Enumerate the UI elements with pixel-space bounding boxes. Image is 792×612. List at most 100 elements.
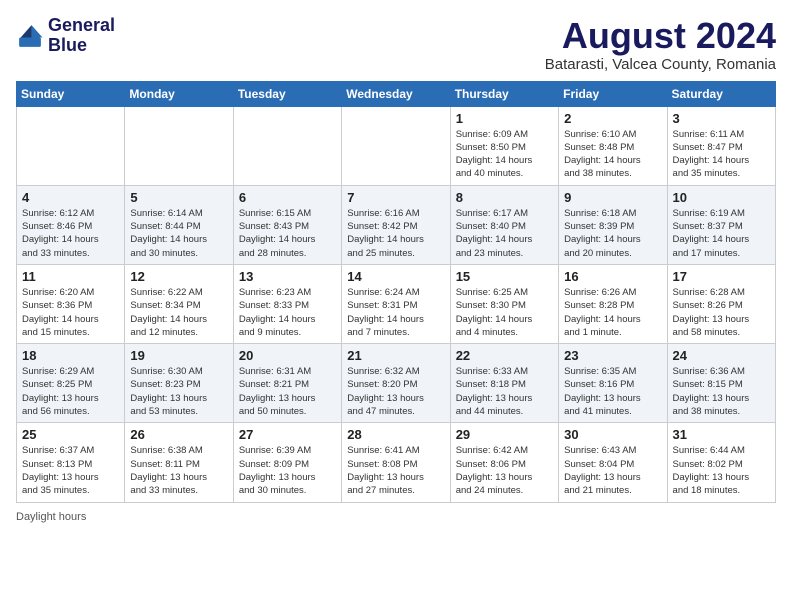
day-number: 12: [130, 269, 227, 284]
footer: Daylight hours: [16, 511, 776, 523]
calendar-day-header: Monday: [125, 81, 233, 106]
day-number: 24: [673, 348, 770, 363]
day-info: Sunrise: 6:20 AM Sunset: 8:36 PM Dayligh…: [22, 286, 119, 339]
logo-text: General Blue: [48, 16, 115, 56]
calendar-cell: [125, 106, 233, 185]
day-info: Sunrise: 6:09 AM Sunset: 8:50 PM Dayligh…: [456, 128, 553, 181]
day-info: Sunrise: 6:31 AM Sunset: 8:21 PM Dayligh…: [239, 365, 336, 418]
day-info: Sunrise: 6:26 AM Sunset: 8:28 PM Dayligh…: [564, 286, 661, 339]
month-year-title: August 2024: [545, 16, 776, 56]
day-number: 6: [239, 190, 336, 205]
day-number: 11: [22, 269, 119, 284]
calendar-table: SundayMondayTuesdayWednesdayThursdayFrid…: [16, 81, 776, 503]
calendar-cell: [17, 106, 125, 185]
calendar-cell: [342, 106, 450, 185]
calendar-cell: 19 Sunrise: 6:30 AM Sunset: 8:23 PM Dayli…: [125, 344, 233, 423]
calendar-cell: 17 Sunrise: 6:28 AM Sunset: 8:26 PM Dayli…: [667, 264, 775, 343]
calendar-cell: 14Sunrise: 6:24 AM Sunset: 8:31 PM Dayli…: [342, 264, 450, 343]
day-number: 5: [130, 190, 227, 205]
calendar-cell: 29 Sunrise: 6:42 AM Sunset: 8:06 PM Dayli…: [450, 423, 558, 502]
calendar-day-header: Saturday: [667, 81, 775, 106]
calendar-day-header: Thursday: [450, 81, 558, 106]
location-subtitle: Batarasti, Valcea County, Romania: [545, 56, 776, 73]
day-info: Sunrise: 6:38 AM Sunset: 8:11 PM Dayligh…: [130, 444, 227, 497]
calendar-cell: 30Sunrise: 6:43 AM Sunset: 8:04 PM Dayli…: [559, 423, 667, 502]
day-number: 21: [347, 348, 444, 363]
day-info: Sunrise: 6:39 AM Sunset: 8:09 PM Dayligh…: [239, 444, 336, 497]
day-info: Sunrise: 6:16 AM Sunset: 8:42 PM Dayligh…: [347, 207, 444, 260]
calendar-week-row: 1 Sunrise: 6:09 AM Sunset: 8:50 PM Daylig…: [17, 106, 776, 185]
calendar-week-row: 11 Sunrise: 6:20 AM Sunset: 8:36 PM Dayli…: [17, 264, 776, 343]
calendar-cell: 13 Sunrise: 6:23 AM Sunset: 8:33 PM Dayli…: [233, 264, 341, 343]
calendar-cell: 21 Sunrise: 6:32 AM Sunset: 8:20 PM Dayli…: [342, 344, 450, 423]
calendar-week-row: 25 Sunrise: 6:37 AM Sunset: 8:13 PM Dayli…: [17, 423, 776, 502]
day-number: 4: [22, 190, 119, 205]
calendar-cell: [233, 106, 341, 185]
day-number: 19: [130, 348, 227, 363]
day-info: Sunrise: 6:12 AM Sunset: 8:46 PM Dayligh…: [22, 207, 119, 260]
day-info: Sunrise: 6:11 AM Sunset: 8:47 PM Dayligh…: [673, 128, 770, 181]
day-number: 3: [673, 111, 770, 126]
day-info: Sunrise: 6:44 AM Sunset: 8:02 PM Dayligh…: [673, 444, 770, 497]
day-info: Sunrise: 6:36 AM Sunset: 8:15 PM Dayligh…: [673, 365, 770, 418]
day-info: Sunrise: 6:18 AM Sunset: 8:39 PM Dayligh…: [564, 207, 661, 260]
day-number: 23: [564, 348, 661, 363]
calendar-cell: 20 Sunrise: 6:31 AM Sunset: 8:21 PM Dayli…: [233, 344, 341, 423]
day-number: 28: [347, 427, 444, 442]
calendar-header-row: SundayMondayTuesdayWednesdayThursdayFrid…: [17, 81, 776, 106]
day-number: 14: [347, 269, 444, 284]
calendar-day-header: Sunday: [17, 81, 125, 106]
day-number: 8: [456, 190, 553, 205]
calendar-cell: 12 Sunrise: 6:22 AM Sunset: 8:34 PM Dayli…: [125, 264, 233, 343]
day-number: 31: [673, 427, 770, 442]
calendar-day-header: Wednesday: [342, 81, 450, 106]
day-info: Sunrise: 6:14 AM Sunset: 8:44 PM Dayligh…: [130, 207, 227, 260]
day-info: Sunrise: 6:41 AM Sunset: 8:08 PM Dayligh…: [347, 444, 444, 497]
day-info: Sunrise: 6:42 AM Sunset: 8:06 PM Dayligh…: [456, 444, 553, 497]
calendar-week-row: 18Sunrise: 6:29 AM Sunset: 8:25 PM Dayli…: [17, 344, 776, 423]
calendar-cell: 16Sunrise: 6:26 AM Sunset: 8:28 PM Dayli…: [559, 264, 667, 343]
day-number: 22: [456, 348, 553, 363]
day-number: 26: [130, 427, 227, 442]
day-info: Sunrise: 6:33 AM Sunset: 8:18 PM Dayligh…: [456, 365, 553, 418]
day-number: 2: [564, 111, 661, 126]
calendar-cell: 28 Sunrise: 6:41 AM Sunset: 8:08 PM Dayli…: [342, 423, 450, 502]
calendar-cell: 18Sunrise: 6:29 AM Sunset: 8:25 PM Dayli…: [17, 344, 125, 423]
day-info: Sunrise: 6:32 AM Sunset: 8:20 PM Dayligh…: [347, 365, 444, 418]
calendar-day-header: Friday: [559, 81, 667, 106]
calendar-cell: 2Sunrise: 6:10 AM Sunset: 8:48 PM Daylig…: [559, 106, 667, 185]
day-info: Sunrise: 6:28 AM Sunset: 8:26 PM Dayligh…: [673, 286, 770, 339]
calendar-cell: 7 Sunrise: 6:16 AM Sunset: 8:42 PM Daylig…: [342, 185, 450, 264]
calendar-cell: 24 Sunrise: 6:36 AM Sunset: 8:15 PM Dayli…: [667, 344, 775, 423]
calendar-week-row: 4 Sunrise: 6:12 AM Sunset: 8:46 PM Daylig…: [17, 185, 776, 264]
day-info: Sunrise: 6:15 AM Sunset: 8:43 PM Dayligh…: [239, 207, 336, 260]
day-info: Sunrise: 6:30 AM Sunset: 8:23 PM Dayligh…: [130, 365, 227, 418]
day-number: 20: [239, 348, 336, 363]
day-number: 27: [239, 427, 336, 442]
day-number: 25: [22, 427, 119, 442]
day-info: Sunrise: 6:17 AM Sunset: 8:40 PM Dayligh…: [456, 207, 553, 260]
calendar-cell: 6 Sunrise: 6:15 AM Sunset: 8:43 PM Daylig…: [233, 185, 341, 264]
calendar-cell: 10Sunrise: 6:19 AM Sunset: 8:37 PM Dayli…: [667, 185, 775, 264]
day-info: Sunrise: 6:35 AM Sunset: 8:16 PM Dayligh…: [564, 365, 661, 418]
calendar-cell: 3 Sunrise: 6:11 AM Sunset: 8:47 PM Daylig…: [667, 106, 775, 185]
calendar-cell: 8 Sunrise: 6:17 AM Sunset: 8:40 PM Daylig…: [450, 185, 558, 264]
day-number: 1: [456, 111, 553, 126]
day-number: 7: [347, 190, 444, 205]
day-number: 17: [673, 269, 770, 284]
day-info: Sunrise: 6:22 AM Sunset: 8:34 PM Dayligh…: [130, 286, 227, 339]
day-number: 29: [456, 427, 553, 442]
day-info: Sunrise: 6:23 AM Sunset: 8:33 PM Dayligh…: [239, 286, 336, 339]
calendar-cell: 5 Sunrise: 6:14 AM Sunset: 8:44 PM Daylig…: [125, 185, 233, 264]
day-number: 13: [239, 269, 336, 284]
calendar-cell: 27 Sunrise: 6:39 AM Sunset: 8:09 PM Dayli…: [233, 423, 341, 502]
calendar-cell: 25 Sunrise: 6:37 AM Sunset: 8:13 PM Dayli…: [17, 423, 125, 502]
calendar-cell: 9Sunrise: 6:18 AM Sunset: 8:39 PM Daylig…: [559, 185, 667, 264]
daylight-label: Daylight hours: [16, 511, 86, 523]
day-info: Sunrise: 6:37 AM Sunset: 8:13 PM Dayligh…: [22, 444, 119, 497]
calendar-cell: 23 Sunrise: 6:35 AM Sunset: 8:16 PM Dayli…: [559, 344, 667, 423]
page-header: General Blue August 2024 Batarasti, Valc…: [16, 16, 776, 73]
day-info: Sunrise: 6:25 AM Sunset: 8:30 PM Dayligh…: [456, 286, 553, 339]
day-info: Sunrise: 6:43 AM Sunset: 8:04 PM Dayligh…: [564, 444, 661, 497]
day-info: Sunrise: 6:29 AM Sunset: 8:25 PM Dayligh…: [22, 365, 119, 418]
